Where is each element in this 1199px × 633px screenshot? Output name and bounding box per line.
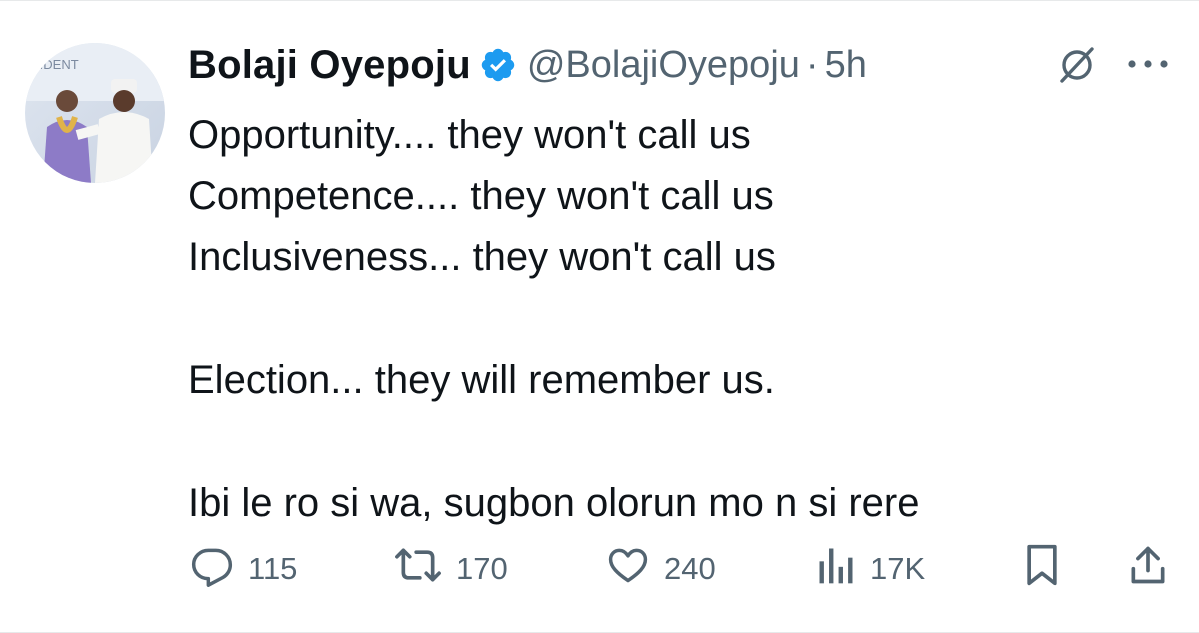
share-icon (1128, 543, 1168, 595)
views-button[interactable]: 17K (816, 541, 925, 597)
repost-button[interactable]: 170 (394, 541, 508, 597)
tweet-text-line: Ibi le ro si wa, sugbon olorun mo n si r… (188, 481, 920, 525)
author-handle[interactable]: @BolajiOyepoju (527, 44, 800, 87)
bookmark-button[interactable] (1024, 541, 1060, 597)
views-chart-icon (816, 543, 856, 595)
heart-icon (606, 543, 650, 595)
tweet-text-line: Opportunity.... they won't call us (188, 113, 751, 157)
reply-button[interactable]: 115 (190, 541, 297, 597)
timestamp[interactable]: 5h (825, 44, 867, 87)
action-bar: 115 170 240 17K (0, 541, 1199, 597)
more-icon[interactable] (1125, 57, 1171, 71)
repost-icon (394, 543, 442, 595)
separator-dot: · (805, 43, 819, 86)
tweet-text-line: Election... they will remember us. (188, 358, 775, 402)
like-button[interactable]: 240 (606, 541, 716, 597)
tweet-header: Bolaji Oyepoju @BolajiOyepoju · 5h (188, 39, 867, 91)
reply-count: 115 (248, 551, 298, 586)
like-count: 240 (664, 551, 716, 586)
repost-count: 170 (456, 551, 508, 586)
avatar-banner-text: SIDENT (31, 57, 79, 72)
grok-icon[interactable] (1056, 44, 1098, 86)
verified-badge-icon[interactable] (479, 46, 517, 84)
avatar[interactable]: SIDENT (25, 43, 165, 183)
tweet-text-line: Competence.... they won't call us (188, 174, 774, 218)
share-button[interactable] (1128, 541, 1168, 597)
reply-icon (190, 543, 234, 595)
bookmark-icon (1024, 543, 1060, 595)
tweet-text-line: Inclusiveness... they won't call us (188, 235, 776, 279)
avatar-photo: SIDENT (25, 43, 165, 183)
author-name[interactable]: Bolaji Oyepoju (188, 43, 471, 88)
tweet-card[interactable]: SIDENT Bolaji Oyepoju @BolajiOyepoju · 5… (0, 0, 1199, 633)
views-count: 17K (870, 551, 926, 586)
tweet-text: Opportunity.... they won't call us Compe… (188, 105, 1168, 534)
